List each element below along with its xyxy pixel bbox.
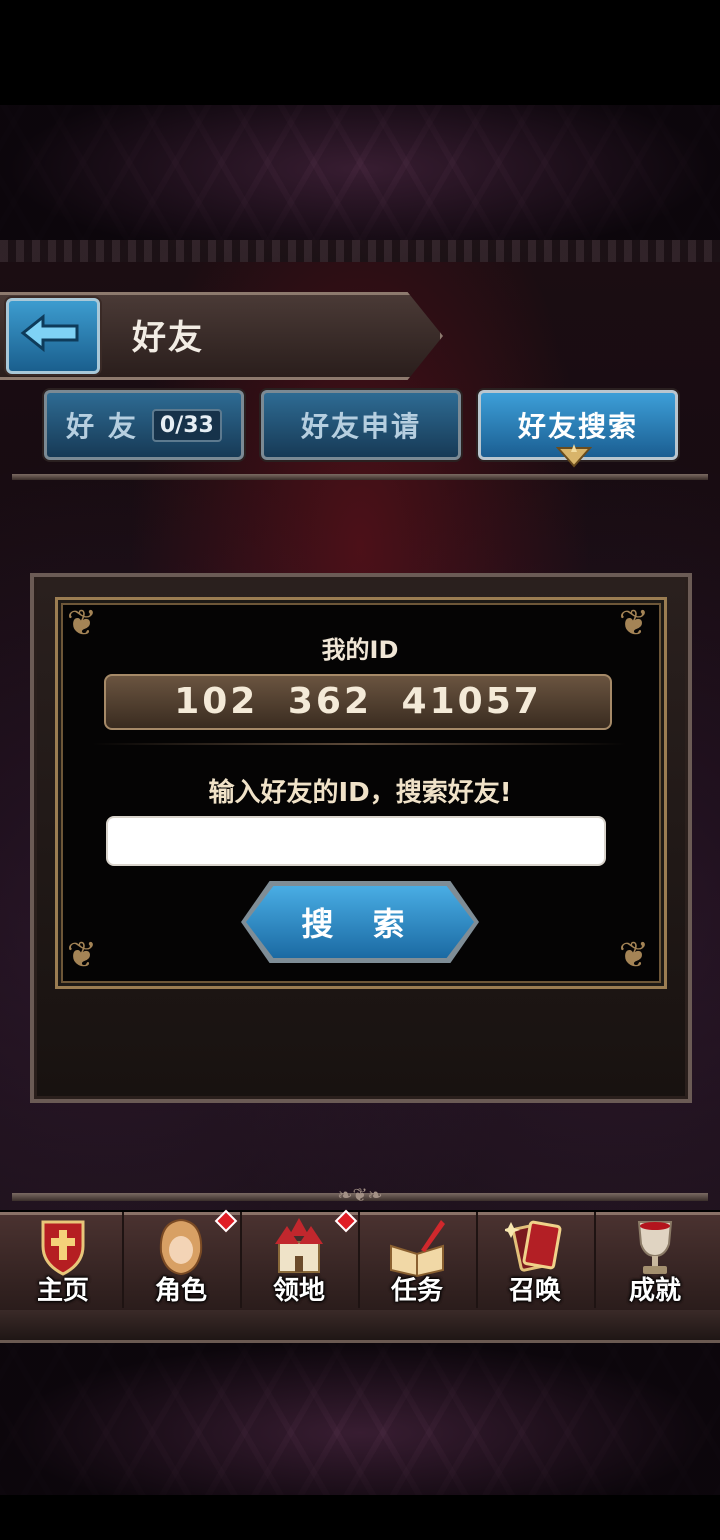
trophy-icon [637, 1221, 673, 1274]
character-icon [159, 1218, 203, 1276]
back-arrow-icon [20, 313, 79, 353]
nav-item-summon[interactable]: 召唤 [476, 1212, 596, 1308]
search-button[interactable]: 搜 索 [246, 886, 474, 958]
shield-icon [41, 1220, 85, 1276]
tab-friend-search-label: 好友搜索 [517, 410, 638, 443]
bottom-nav-base [0, 1310, 720, 1343]
top-decoration-strip [0, 240, 720, 262]
summon-cards-icon [505, 1220, 562, 1272]
castle-icon [275, 1218, 323, 1273]
nav-label-territory: 领地 [272, 1276, 325, 1306]
page-title: 好友 [132, 318, 204, 358]
nav-label-quests: 任务 [390, 1276, 443, 1306]
tab-divider [12, 474, 708, 480]
search-prompt: 输入好友的ID，搜索好友! [208, 778, 512, 808]
nav-label-achievements: 成就 [628, 1276, 681, 1306]
nav-ornament-icon: ❧❦❧ [337, 1185, 383, 1206]
friend-count-badge: 0/33 [151, 408, 222, 442]
my-id-value: 102 362 41057 [104, 674, 612, 730]
nav-label-character: 角色 [154, 1276, 207, 1306]
quest-book-icon [390, 1220, 445, 1278]
tab-friend-requests-label: 好友申请 [300, 410, 421, 443]
nav-label-summon: 召唤 [508, 1276, 561, 1306]
nav-item-quests[interactable]: 任务 [358, 1212, 478, 1308]
tab-friend-requests[interactable]: 好友申请 [261, 390, 461, 460]
back-button[interactable] [6, 298, 100, 374]
friend-id-input[interactable] [106, 816, 606, 866]
active-tab-marker-icon [556, 444, 592, 468]
tab-friends-label: 好 友 [66, 410, 138, 443]
nav-label-home: 主页 [36, 1276, 89, 1306]
separator [92, 743, 626, 745]
nav-item-home[interactable]: 主页 [4, 1212, 124, 1308]
my-id-label: 我的ID [321, 636, 399, 664]
corner-ornament-icon: ❦ [618, 935, 650, 976]
bottom-decoration [0, 1340, 720, 1495]
corner-ornament-icon: ❦ [66, 935, 98, 976]
nav-item-achievements[interactable]: 成就 [596, 1212, 714, 1308]
tab-friends[interactable]: 好 友 0/33 [44, 390, 244, 460]
